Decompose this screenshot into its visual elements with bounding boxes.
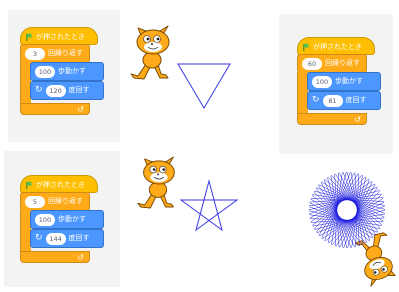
repeat-block-bottom: ↺ <box>297 113 367 125</box>
green-flag-icon <box>26 181 33 189</box>
triangle-drawing <box>177 63 231 109</box>
repeat-label: 回繰り返す <box>48 197 83 205</box>
scratch-cat-sprite-1[interactable] <box>126 22 178 84</box>
spirograph-drawing <box>308 171 386 249</box>
move-steps-input[interactable]: 100 <box>35 213 55 226</box>
move-steps-block[interactable]: 100 歩動かす <box>30 62 104 81</box>
repeat-label: 回繰り返す <box>48 49 83 57</box>
rotate-right-icon: ↻ <box>312 95 320 105</box>
move-steps-block[interactable]: 100 歩動かす <box>307 72 381 91</box>
repeat-block[interactable]: 5 回繰り返す <box>20 192 90 211</box>
repeat-block[interactable]: 3 回繰り返す <box>20 44 90 63</box>
turn-degrees-input[interactable]: 144 <box>45 232 66 245</box>
turn-degrees-block[interactable]: ↻ 144 度回す <box>30 229 104 248</box>
turn-label: 度回す <box>68 86 90 94</box>
star-drawing <box>179 179 239 232</box>
loop-arrow-icon: ↺ <box>77 253 84 262</box>
repeat-block[interactable]: 60 回繰り返す <box>297 54 367 73</box>
repeat-count-input[interactable]: 3 <box>25 47 45 60</box>
when-flag-clicked-block[interactable]: が押されたとき <box>297 37 375 55</box>
move-steps-block[interactable]: 100 歩動かす <box>30 210 104 229</box>
green-flag-icon <box>26 33 33 41</box>
scratch-cat-sprite-2[interactable] <box>133 152 183 214</box>
turn-label: 度回す <box>68 234 90 242</box>
loop-arrow-icon: ↺ <box>354 115 361 124</box>
when-flag-clicked-block[interactable]: が押されたとき <box>20 175 98 193</box>
move-label: 歩動かす <box>335 77 363 85</box>
hat-label: が押されたとき <box>36 181 85 189</box>
rotate-right-icon: ↻ <box>35 85 43 95</box>
hat-label: が押されたとき <box>36 33 85 41</box>
repeat-label: 回繰り返す <box>325 59 360 67</box>
turn-degrees-block[interactable]: ↻ 81 度回す <box>307 91 381 110</box>
green-flag-icon <box>303 43 310 51</box>
repeat-block-bottom: ↺ <box>20 103 90 115</box>
repeat-count-input[interactable]: 60 <box>302 57 322 70</box>
turn-degrees-block[interactable]: ↻ 120 度回す <box>30 81 104 100</box>
loop-arrow-icon: ↺ <box>77 105 84 114</box>
rotate-right-icon: ↻ <box>35 233 43 243</box>
turn-degrees-input[interactable]: 120 <box>45 84 66 97</box>
repeat-block-bottom: ↺ <box>20 251 90 263</box>
move-label: 歩動かす <box>58 215 86 223</box>
move-label: 歩動かす <box>58 67 86 75</box>
hat-label: が押されたとき <box>313 43 362 51</box>
repeat-count-input[interactable]: 5 <box>25 195 45 208</box>
when-flag-clicked-block[interactable]: が押されたとき <box>20 27 98 45</box>
turn-degrees-input[interactable]: 81 <box>322 94 343 107</box>
turn-label: 度回す <box>345 96 367 104</box>
move-steps-input[interactable]: 100 <box>312 75 332 88</box>
move-steps-input[interactable]: 100 <box>35 65 55 78</box>
